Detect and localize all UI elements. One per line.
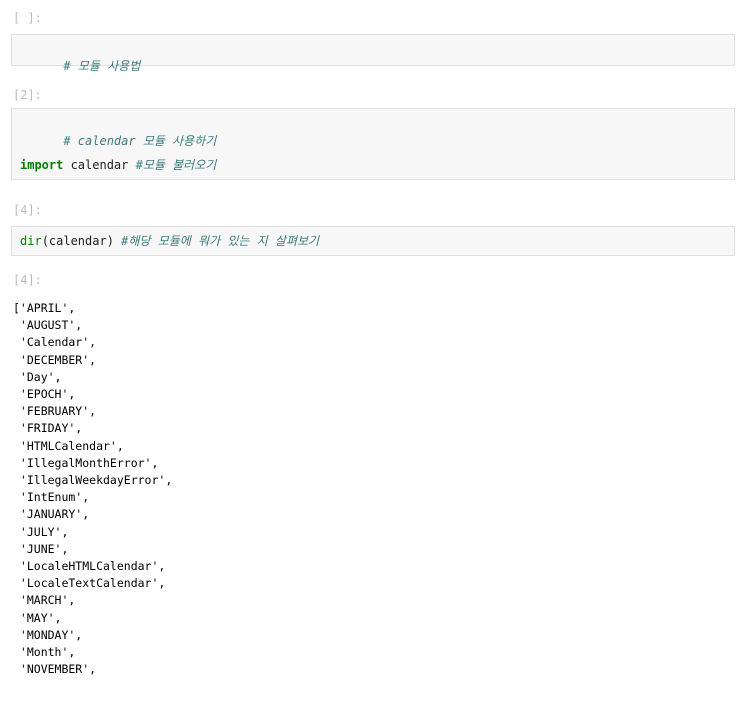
cell-3-prompt: [4]: (13, 203, 42, 217)
output-line: 'JANUARY', (13, 507, 90, 522)
output-line: 'MONDAY', (13, 627, 83, 642)
cell-3-code-line: dir(calendar) #해당 모듈에 뭐가 있는 지 살펴보기 (20, 233, 319, 249)
import-keyword: import (20, 158, 64, 172)
output-line: 'FEBRUARY', (13, 404, 97, 419)
output-line: 'MAY', (13, 610, 62, 625)
output-prompt: [4]: (13, 273, 42, 287)
output-line: 'LocaleHTMLCalendar', (13, 559, 166, 574)
cell-3-trailing-comment: #해당 모듈에 뭐가 있는 지 살펴보기 (121, 234, 320, 248)
output-line: 'AUGUST', (13, 318, 83, 333)
output-line: 'Calendar', (13, 335, 97, 350)
cell-1-comment: # 모듈 사용법 (63, 59, 141, 73)
output-line: 'HTMLCalendar', (13, 438, 124, 453)
cell-1-input[interactable]: # 모듈 사용법 (11, 34, 735, 73)
cell-2-trailing-comment: #모듈 불러오기 (135, 158, 217, 172)
output-line: 'IntEnum', (13, 490, 90, 505)
output-area: ['APRIL', 'AUGUST', 'Calendar', 'DECEMBE… (13, 300, 733, 678)
output-line: 'LocaleTextCalendar', (13, 576, 166, 591)
dir-builtin: dir (20, 234, 42, 248)
output-line: 'IllegalWeekdayError', (13, 473, 173, 488)
cell-2-input[interactable]: # calendar 모듈 사용하기 import calendar #모듈 불… (11, 108, 735, 180)
cell-1-code-line: # 모듈 사용법 (20, 42, 140, 90)
output-line: 'DECEMBER', (13, 352, 97, 367)
cell-2-code: calendar (63, 158, 136, 172)
output-line: 'NOVEMBER', (13, 662, 97, 677)
output-line: 'JUNE', (13, 541, 69, 556)
output-line: 'JULY', (13, 524, 69, 539)
cell-3-code: (calendar) (41, 234, 122, 248)
output-line: 'Month', (13, 645, 76, 660)
cell-2-code-line-2: import calendar #모듈 불러오기 (20, 157, 216, 173)
output-line: 'FRIDAY', (13, 421, 83, 436)
cell-1-prompt: [ ]: (13, 11, 42, 25)
output-line: 'Day', (13, 369, 62, 384)
output-line: 'MARCH', (13, 593, 76, 608)
cell-3-input[interactable]: dir(calendar) #해당 모듈에 뭐가 있는 지 살펴보기 (11, 226, 735, 256)
output-line: 'IllegalMonthError', (13, 455, 159, 470)
output-line: 'EPOCH', (13, 387, 76, 402)
cell-2-prompt: [2]: (13, 88, 42, 102)
output-line: ['APRIL', (13, 301, 76, 315)
cell-2-comment: # calendar 모듈 사용하기 (63, 134, 217, 148)
